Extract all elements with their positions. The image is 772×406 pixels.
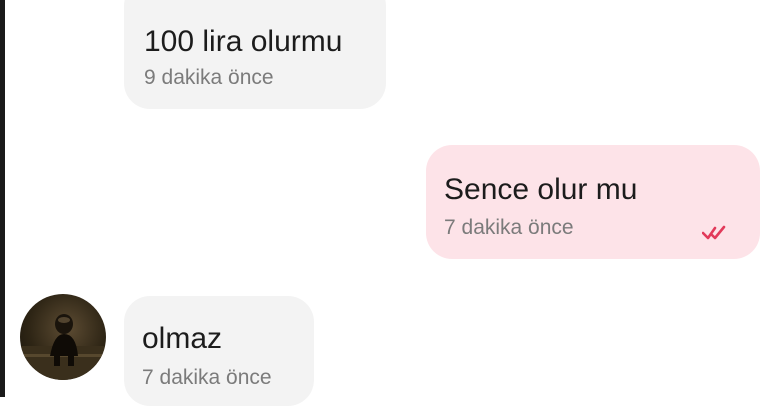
message-text: 100 lira olurmu [144,25,343,58]
message-bubble-outgoing[interactable]: Sence olur mu 7 dakika önce [426,145,760,259]
message-text: Sence olur mu [444,173,638,206]
message-timestamp: 9 dakika önce [144,66,274,89]
message-timestamp: 7 dakika önce [444,216,574,239]
avatar[interactable] [20,294,106,380]
message-bubble-incoming[interactable]: 100 lira olurmu 9 dakika önce [124,0,386,109]
avatar-photo [20,314,106,380]
message-bubble-incoming[interactable]: olmaz 7 dakika önce [124,296,314,406]
screen-edge [0,0,5,397]
double-check-icon [702,225,726,240]
message-text: olmaz [142,322,223,355]
message-timestamp: 7 dakika önce [142,366,272,389]
